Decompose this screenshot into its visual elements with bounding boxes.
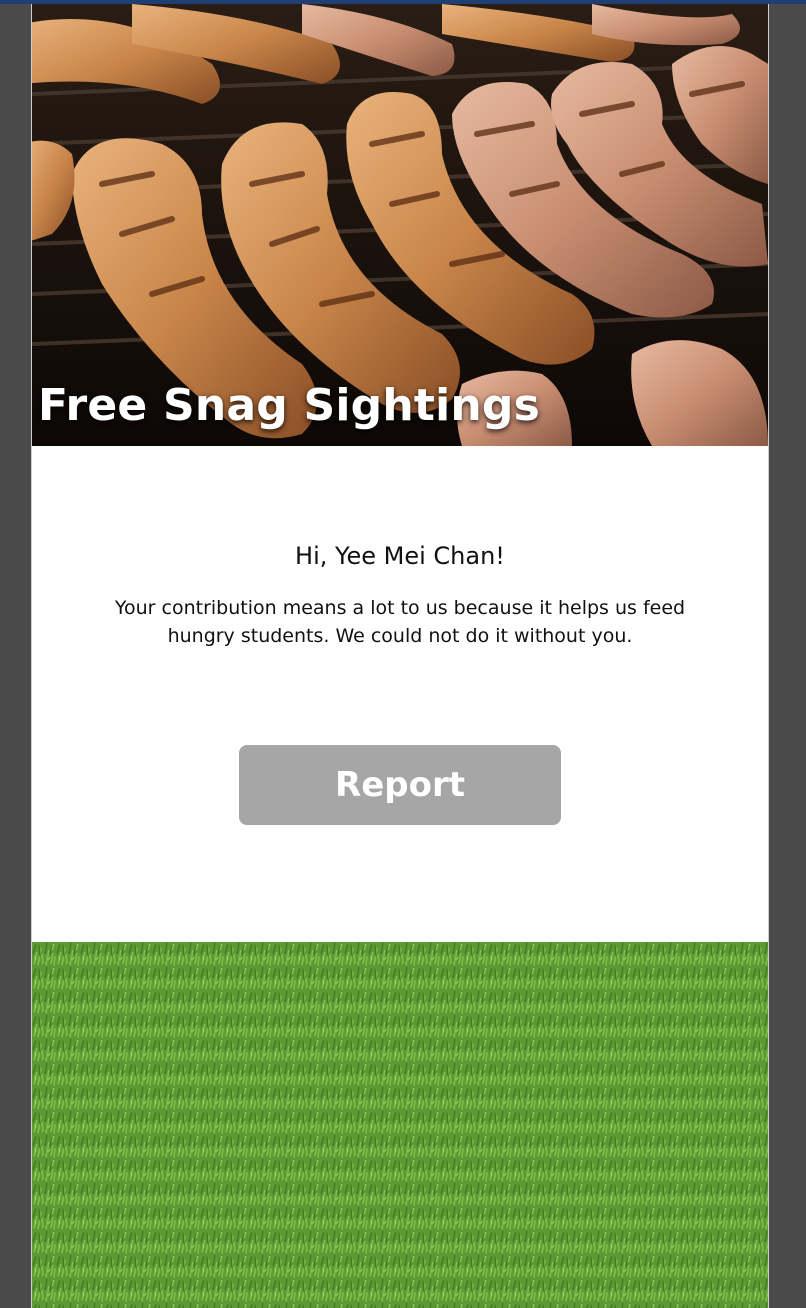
main-content: Hi, Yee Mei Chan! Your contribution mean… (32, 446, 768, 942)
greeting-text: Hi, Yee Mei Chan! (295, 542, 505, 570)
hero-banner: Free Snag Sightings (32, 4, 768, 446)
page-title: Free Snag Sightings (38, 380, 540, 431)
app-frame: Free Snag Sightings Hi, Yee Mei Chan! Yo… (31, 4, 769, 1308)
report-button[interactable]: Report (239, 745, 561, 825)
grass-footer (32, 942, 768, 1308)
grass-texture (32, 942, 768, 1308)
thank-you-message: Your contribution means a lot to us beca… (114, 597, 686, 647)
